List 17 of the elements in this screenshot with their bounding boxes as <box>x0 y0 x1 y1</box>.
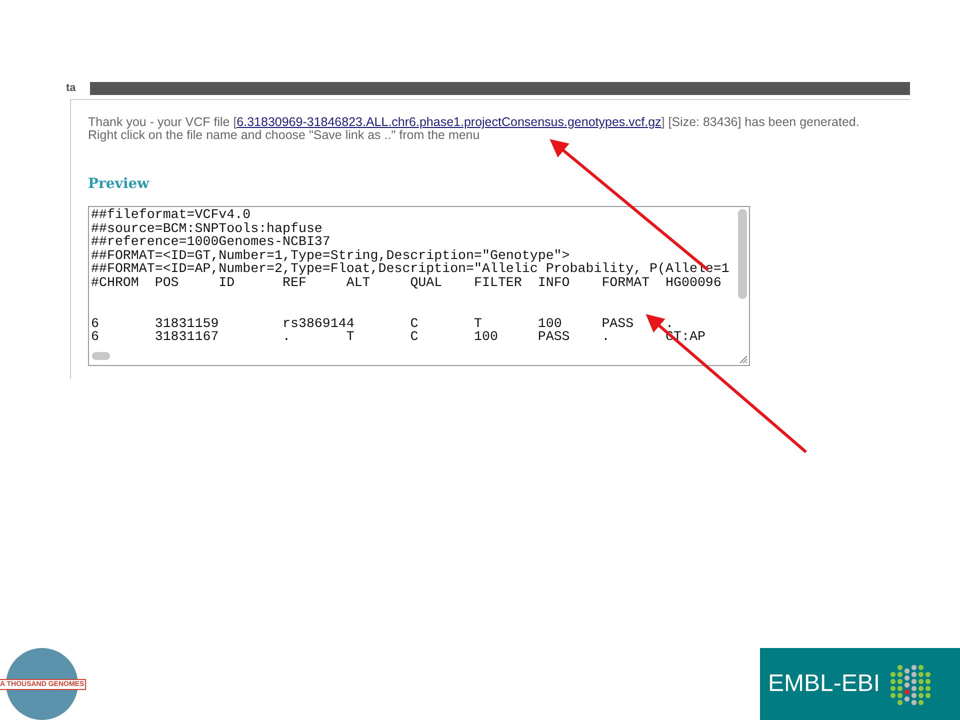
meta-line: ##fileformat=VCFv4.0 <box>91 208 252 222</box>
meta-line: ##FORMAT=<ID=GT,Number=1,Type=String,Description="Genotype"> <box>91 248 570 262</box>
meta-line: ##reference=1000Genomes-NCBI37 <box>91 235 330 249</box>
logo-text: EMBL-EBI <box>768 670 880 698</box>
instruction-text: Right click on the file name and choose "Save link as .." from the menu <box>88 129 480 142</box>
preview-heading: Preview <box>88 176 150 192</box>
vertical-scrollbar[interactable] <box>738 209 747 299</box>
resize-grip-icon[interactable] <box>738 354 748 364</box>
horizontal-scrollbar[interactable] <box>92 352 110 360</box>
meta-line: ##source=BCM:SNPTools:hapfuse <box>91 222 322 236</box>
file-link[interactable]: 6.31830969-31846823.ALL.chr6.phase1.projectConsensus.genotypes.vcf.gz <box>236 115 662 129</box>
preview-textarea[interactable] <box>88 206 750 366</box>
data-row-text: 6 31831159 rs3869144 C T 100 PASS . <box>91 316 675 330</box>
section-label: ta <box>66 82 76 94</box>
message-text: Thank you - your VCF file [6.31830969-31846823.ALL.chr6.phase1.projectConsensus.genotypes.vcf.gz] [Size: 83436] has been generated. <box>88 116 860 129</box>
meta-line: ##FORMAT=<ID=AP,Number=2,Type=Float,Description="Allelic Probability, P(Allele=1 <box>91 262 730 276</box>
column-header-line: #CHROM POS ID REF ALT QUAL FILTER INFO FORMAT HG00096 <box>91 276 722 290</box>
